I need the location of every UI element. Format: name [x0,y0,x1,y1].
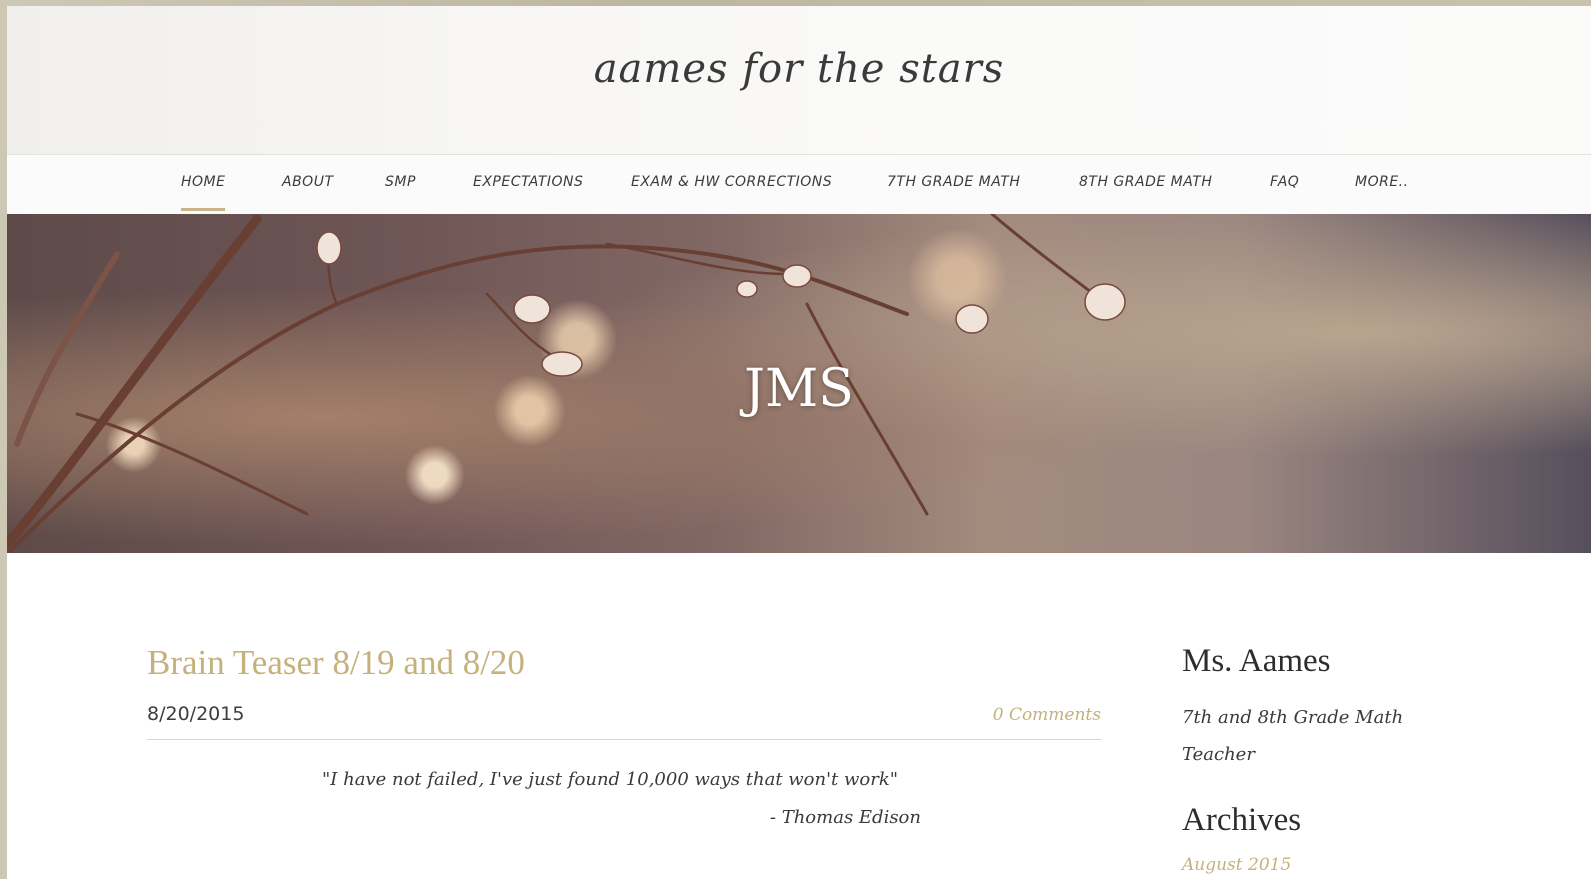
nav-item-exam-hw-corrections[interactable]: EXAM & HW CORRECTIONS [631,174,832,190]
sidebar-description: 7th and 8th Grade Math Teacher [1182,707,1404,765]
nav-item-8th-grade-math[interactable]: 8TH GRADE MATH [1079,174,1212,190]
post-comments-link[interactable]: 0 Comments [993,705,1101,725]
nav-item-about[interactable]: ABOUT [282,174,334,190]
post-title[interactable]: Brain Teaser 8/19 and 8/20 [147,643,525,683]
banner-title: JMS [744,359,854,419]
sidebar-name: Ms. Aames [1182,643,1331,679]
nav-item-smp[interactable]: SMP [385,174,416,190]
hero-banner: JMS [7,214,1591,553]
site-title[interactable]: aames for the stars [7,46,1591,92]
nav-item-7th-grade-math[interactable]: 7TH GRADE MATH [887,174,1020,190]
post-date: 8/20/2015 [147,703,245,725]
nav-item-more[interactable]: MORE.. [1355,174,1409,190]
nav-item-home[interactable]: HOME [181,174,226,211]
page-frame: aames for the stars HOME ABOUT SMP EXPEC… [7,6,1591,879]
nav-item-expectations[interactable]: EXPECTATIONS [473,174,583,190]
main-nav: HOME ABOUT SMP EXPECTATIONS EXAM & HW CO… [7,154,1591,215]
sidebar-archives-title: Archives [1182,802,1302,838]
post-divider [147,739,1102,740]
post-quote: "I have not failed, I've just found 10,0… [322,769,899,790]
archive-link[interactable]: August 2015 [1182,855,1291,875]
nav-item-faq[interactable]: FAQ [1270,174,1299,190]
site-header: aames for the stars [7,6,1591,154]
post-quote-author: - Thomas Edison [769,807,921,828]
